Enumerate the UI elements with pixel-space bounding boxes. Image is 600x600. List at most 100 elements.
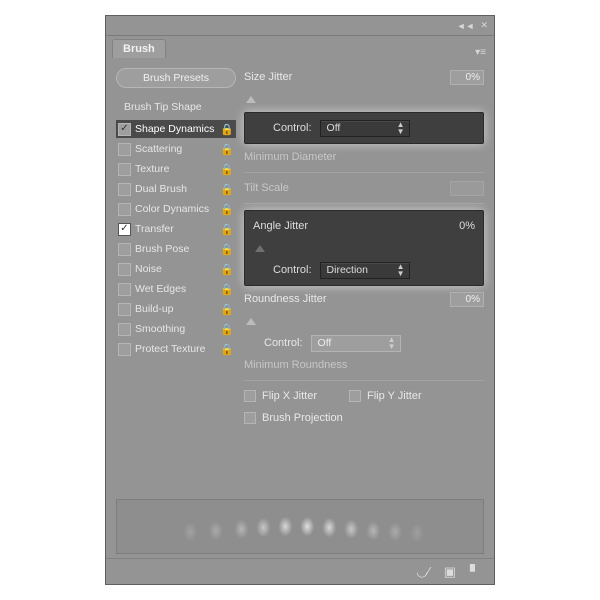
lock-icon[interactable]: 🔒 [220, 263, 234, 276]
delete-icon[interactable]: ▘ [470, 564, 480, 580]
lock-icon[interactable]: 🔒 [220, 303, 234, 316]
sidebar-item-transfer[interactable]: Transfer 🔒 [116, 220, 236, 238]
slider-handle-icon[interactable] [255, 245, 265, 252]
sidebar-item-build-up[interactable]: Build-up 🔒 [116, 300, 236, 318]
brush-preview [116, 499, 484, 554]
checkbox[interactable] [118, 223, 131, 236]
flip-x-checkbox[interactable] [244, 390, 256, 402]
sidebar: Brush Presets Brush Tip Shape Shape Dyna… [116, 68, 236, 491]
checkbox[interactable] [118, 323, 131, 336]
lock-icon[interactable]: 🔒 [220, 203, 234, 216]
sidebar-item-brush-pose[interactable]: Brush Pose 🔒 [116, 240, 236, 258]
brush-presets-button[interactable]: Brush Presets [116, 68, 236, 88]
label: Scattering [135, 143, 216, 155]
label: Flip X Jitter [262, 390, 317, 402]
lock-icon[interactable]: 🔒 [220, 223, 234, 236]
label: Color Dynamics [135, 203, 216, 215]
roundness-jitter-row: Roundness Jitter 0% [244, 290, 484, 308]
size-control-group: Control: Off ▲▼ [244, 112, 484, 144]
tab-brush[interactable]: Brush [112, 39, 166, 58]
checkbox[interactable] [118, 283, 131, 296]
angle-jitter-value[interactable]: 0% [459, 220, 475, 232]
settings-main: Size Jitter 0% Control: Off ▲▼ Minimum D… [244, 68, 484, 491]
label: Wet Edges [135, 283, 216, 295]
label: Brush Pose [135, 243, 216, 255]
label: Brush Tip Shape [124, 101, 234, 113]
lock-icon[interactable]: 🔒 [220, 343, 234, 356]
angle-control-dropdown[interactable]: Direction ▲▼ [320, 262, 410, 279]
angle-jitter-group: Angle Jitter 0% Control: Direction ▲▼ [244, 210, 484, 286]
brush-projection-checkbox[interactable] [244, 412, 256, 424]
label: Flip Y Jitter [367, 390, 422, 402]
sidebar-item-dual-brush[interactable]: Dual Brush 🔒 [116, 180, 236, 198]
roundness-jitter-slider[interactable] [244, 312, 484, 330]
value: Off [327, 122, 341, 134]
label: Dual Brush [135, 183, 216, 195]
label: Shape Dynamics [135, 123, 216, 135]
tilt-scale-value[interactable] [450, 181, 484, 196]
checkbox[interactable] [118, 243, 131, 256]
panel-header: ◄◄ ✕ [106, 16, 494, 36]
lock-icon[interactable]: 🔒 [220, 123, 234, 136]
label: Brush Projection [262, 412, 343, 424]
roundness-jitter-value[interactable]: 0% [450, 292, 484, 307]
checkbox[interactable] [118, 183, 131, 196]
min-roundness-row: Minimum Roundness [244, 356, 484, 374]
checkbox[interactable] [118, 123, 131, 136]
sidebar-item-protect-texture[interactable]: Protect Texture 🔒 [116, 340, 236, 358]
label: Roundness Jitter [244, 293, 327, 305]
size-jitter-value[interactable]: 0% [450, 70, 484, 85]
sidebar-item-noise[interactable]: Noise 🔒 [116, 260, 236, 278]
label: Texture [135, 163, 216, 175]
label: Smoothing [135, 323, 216, 335]
lock-icon[interactable]: 🔒 [220, 243, 234, 256]
panel-body: Brush Presets Brush Tip Shape Shape Dyna… [106, 58, 494, 495]
toggle-preview-icon[interactable]: ◡⁄ [416, 564, 430, 580]
checkbox[interactable] [118, 203, 131, 216]
checkbox[interactable] [118, 163, 131, 176]
brush-projection-row: Brush Projection [244, 409, 484, 427]
slider-handle-icon[interactable] [246, 318, 256, 325]
flip-row: Flip X Jitter Flip Y Jitter [244, 387, 484, 405]
size-jitter-slider[interactable] [244, 90, 484, 108]
new-preset-icon[interactable]: ▣ [444, 564, 456, 580]
sidebar-item-smoothing[interactable]: Smoothing 🔒 [116, 320, 236, 338]
label: Minimum Roundness [244, 359, 347, 371]
close-icon[interactable]: ✕ [480, 20, 488, 31]
lock-icon[interactable]: 🔒 [220, 323, 234, 336]
dropdown-arrows-icon: ▲▼ [397, 121, 405, 135]
value: Direction [327, 264, 368, 276]
lock-icon[interactable]: 🔒 [220, 283, 234, 296]
sidebar-item-brush-tip-shape[interactable]: Brush Tip Shape [122, 98, 236, 116]
lock-icon[interactable]: 🔒 [220, 163, 234, 176]
panel-footer: ◡⁄ ▣ ▘ [106, 558, 494, 584]
label: Protect Texture [135, 343, 216, 355]
lock-icon[interactable]: 🔒 [220, 143, 234, 156]
flip-y-checkbox[interactable] [349, 390, 361, 402]
slider-handle-icon[interactable] [246, 96, 256, 103]
angle-jitter-slider[interactable] [253, 239, 475, 257]
brush-panel: ◄◄ ✕ Brush ▾≡ Brush Presets Brush Tip Sh… [105, 15, 495, 585]
collapse-icon[interactable]: ◄◄ [457, 21, 475, 31]
sidebar-item-texture[interactable]: Texture 🔒 [116, 160, 236, 178]
label: Tilt Scale [244, 182, 289, 194]
sidebar-item-scattering[interactable]: Scattering 🔒 [116, 140, 236, 158]
sidebar-item-color-dynamics[interactable]: Color Dynamics 🔒 [116, 200, 236, 218]
checkbox[interactable] [118, 303, 131, 316]
label: Angle Jitter [253, 220, 308, 232]
size-control-dropdown[interactable]: Off ▲▼ [320, 120, 410, 137]
dropdown-arrows-icon: ▲▼ [388, 336, 396, 350]
lock-icon[interactable]: 🔒 [220, 183, 234, 196]
panel-menu-icon[interactable]: ▾≡ [475, 47, 494, 58]
roundness-control-dropdown[interactable]: Off ▲▼ [311, 335, 401, 352]
tilt-scale-row: Tilt Scale [244, 179, 484, 197]
dropdown-arrows-icon: ▲▼ [397, 263, 405, 277]
sidebar-item-shape-dynamics[interactable]: Shape Dynamics 🔒 [116, 120, 236, 138]
min-diameter-row: Minimum Diameter [244, 148, 484, 166]
checkbox[interactable] [118, 343, 131, 356]
checkbox[interactable] [118, 263, 131, 276]
checkbox[interactable] [118, 143, 131, 156]
sidebar-item-wet-edges[interactable]: Wet Edges 🔒 [116, 280, 236, 298]
tab-bar: Brush ▾≡ [106, 36, 494, 58]
label: Control: [273, 264, 312, 276]
